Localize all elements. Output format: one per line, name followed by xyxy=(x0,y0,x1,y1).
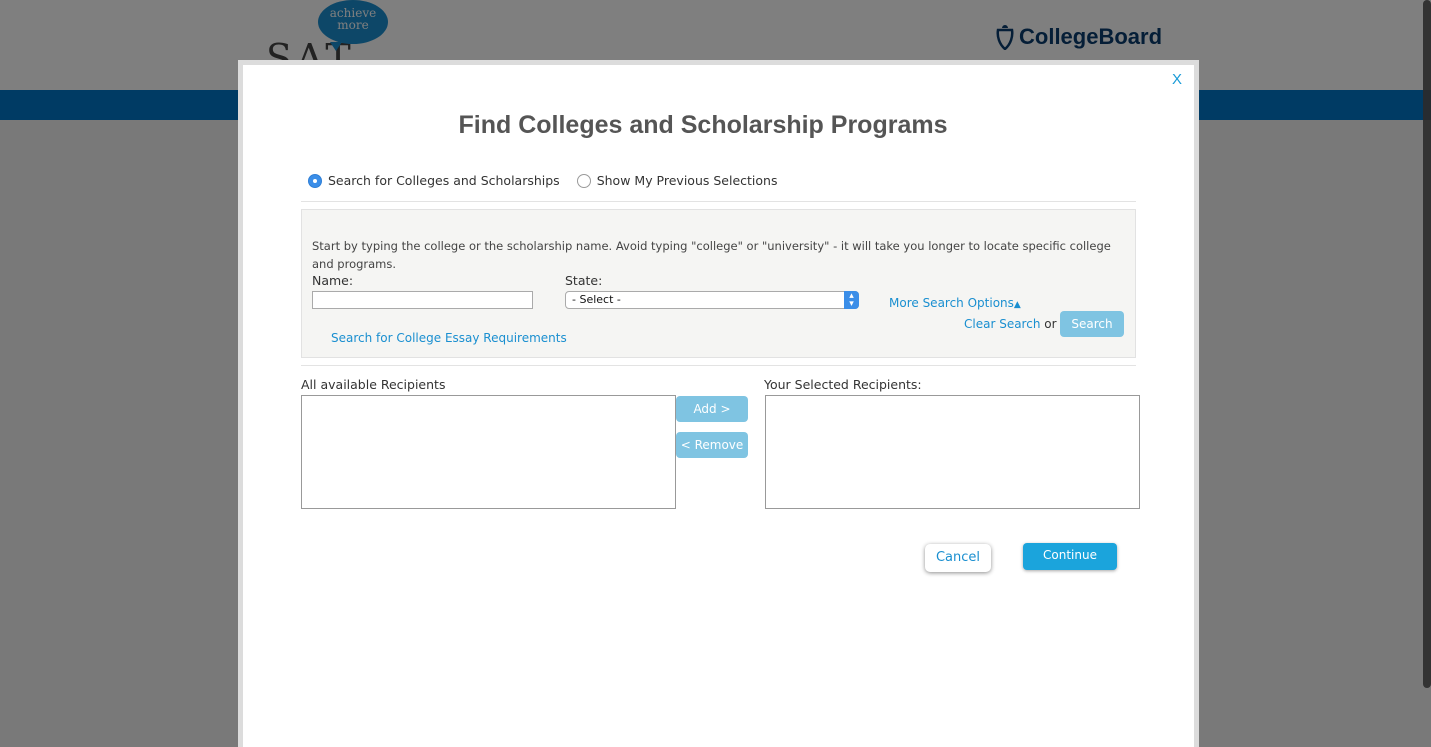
radio-label: Show My Previous Selections xyxy=(596,173,778,188)
state-select[interactable]: - Select - ▴ ▾ xyxy=(565,291,859,309)
close-button[interactable]: X xyxy=(1172,71,1182,88)
radio-button-selected[interactable] xyxy=(308,173,322,188)
modal-title: Find Colleges and Scholarship Programs xyxy=(458,111,948,139)
selected-recipients-label: Your Selected Recipients: xyxy=(764,377,922,392)
radio-search-colleges[interactable]: Search for Colleges and Scholarships xyxy=(308,173,560,188)
divider xyxy=(301,365,1136,366)
name-label: Name: xyxy=(312,273,354,288)
search-panel: Start by typing the college or the schol… xyxy=(301,209,1136,358)
remove-button[interactable]: < Remove xyxy=(676,432,748,458)
available-recipients-label: All available Recipients xyxy=(301,377,446,392)
search-instructions: Start by typing the college or the schol… xyxy=(312,239,1111,271)
name-input[interactable] xyxy=(312,291,533,309)
select-arrows-icon: ▴ ▾ xyxy=(844,291,859,309)
page-scrollbar[interactable] xyxy=(1423,0,1431,688)
continue-button[interactable]: Continue xyxy=(1023,543,1117,570)
selected-recipients-list[interactable] xyxy=(765,395,1140,509)
caret-up-icon: ▲ xyxy=(1013,300,1021,310)
search-button[interactable]: Search xyxy=(1060,311,1124,337)
radio-previous-selections[interactable]: Show My Previous Selections xyxy=(576,173,778,188)
add-button[interactable]: Add > xyxy=(676,396,748,422)
radio-label: Search for Colleges and Scholarships xyxy=(328,173,560,188)
more-search-options-link[interactable]: More Search Options▲ xyxy=(889,296,1021,310)
state-label: State: xyxy=(565,273,603,288)
radio-button[interactable] xyxy=(576,173,591,188)
cancel-button[interactable]: Cancel xyxy=(925,544,991,572)
search-mode-radio-group: Search for Colleges and Scholarships Sho… xyxy=(308,173,794,188)
available-recipients-list[interactable] xyxy=(301,395,676,509)
find-colleges-modal: X Find Colleges and Scholarship Programs… xyxy=(243,65,1194,747)
or-text: or xyxy=(1044,317,1057,331)
state-selected-value: - Select - xyxy=(572,293,621,306)
clear-search-link[interactable]: Clear Search xyxy=(964,317,1040,331)
clear-search-row: Clear Search or xyxy=(964,317,1057,331)
divider xyxy=(301,201,1136,202)
essay-requirements-link[interactable]: Search for College Essay Requirements xyxy=(331,331,567,345)
